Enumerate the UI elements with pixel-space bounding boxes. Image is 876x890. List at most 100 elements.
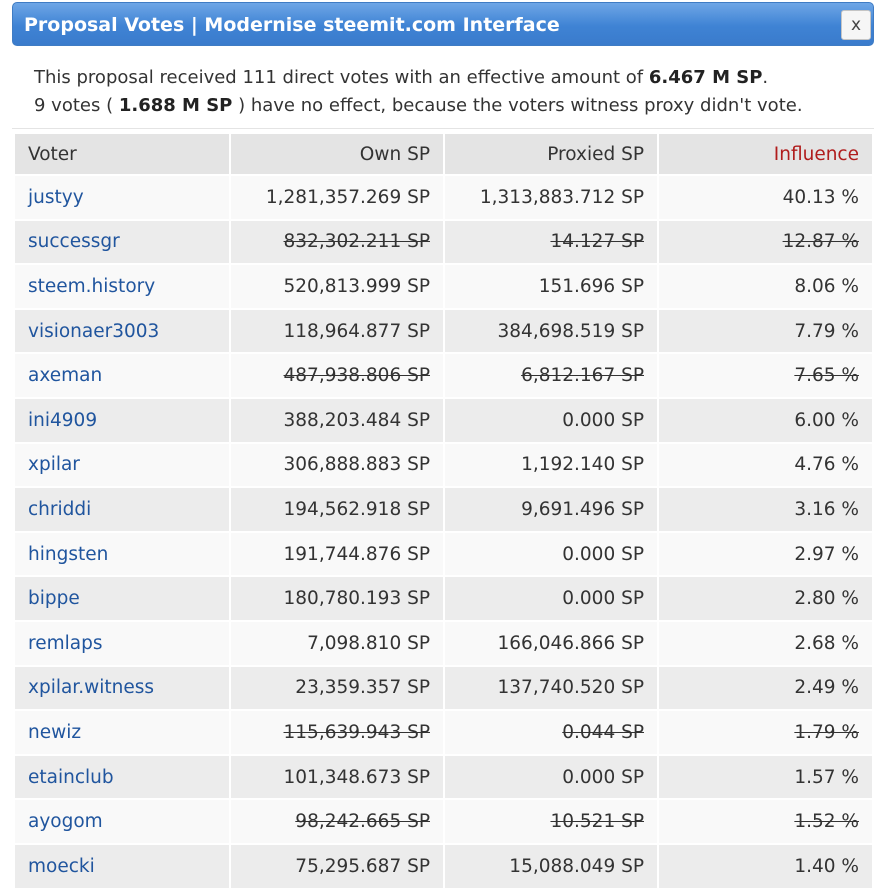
table-cell: 23,359.357 SP: [230, 665, 445, 712]
column-header-influence[interactable]: Influence: [658, 134, 874, 176]
table-row: justyy 1,281,357.269 SP 1,313,883.712 SP 40…: [15, 175, 874, 221]
voter-link[interactable]: visionaer3003: [28, 321, 159, 342]
column-header-proxied-sp[interactable]: Proxied SP: [444, 134, 659, 176]
own-sp-value: 7,098.810 SP: [307, 632, 430, 654]
own-sp-value: 832,302.211 SP: [283, 231, 430, 253]
no-effect-amount: 1.688 M SP: [118, 95, 233, 116]
table-cell: 388,203.484 SP: [230, 397, 445, 444]
table-cell: steem.history: [15, 264, 231, 310]
table-cell: 8.06 %: [658, 264, 874, 310]
voter-link[interactable]: bippe: [28, 588, 80, 609]
voter-link[interactable]: chriddi: [28, 499, 91, 520]
table-cell: 118,964.877 SP: [230, 308, 445, 355]
summary-line-1: This proposal received 111 direct votes …: [34, 64, 803, 92]
table-row: axeman 487,938.806 SP 6,812.167 SP 7.65 %: [15, 353, 874, 399]
proxied-sp-value: 10.521 SP: [550, 811, 644, 833]
proxied-sp-value: 0.000 SP: [562, 543, 644, 565]
column-header-voter[interactable]: Voter: [15, 134, 231, 176]
voter-link[interactable]: etainclub: [28, 767, 114, 788]
voter-link[interactable]: moecki: [28, 856, 95, 877]
table-cell: 15,088.049 SP: [444, 843, 659, 890]
own-sp-value: 1,281,357.269 SP: [265, 186, 430, 208]
table-cell: 0.000 SP: [444, 576, 659, 622]
table-row: moecki 75,295.687 SP 15,088.049 SP 1.40 %: [15, 843, 874, 890]
table-cell: axeman: [15, 353, 231, 399]
table-cell: remlaps: [15, 620, 231, 667]
summary-line-2: 9 votes ( 1.688 M SP ) have no effect, b…: [34, 92, 803, 120]
summary-text: This proposal received 111 direct votes …: [34, 67, 649, 88]
influence-value: 7.65 %: [794, 365, 859, 387]
table-cell: etainclub: [15, 754, 231, 801]
table-cell: 14.127 SP: [444, 219, 659, 266]
table-cell: 194,562.918 SP: [230, 487, 445, 533]
table-cell: 2.97 %: [658, 531, 874, 578]
table-cell: 7,098.810 SP: [230, 620, 445, 667]
voter-link[interactable]: axeman: [28, 365, 102, 386]
proxied-sp-value: 166,046.866 SP: [497, 632, 644, 654]
table-cell: 9,691.496 SP: [444, 487, 659, 533]
table-cell: 115,639.943 SP: [230, 710, 445, 756]
influence-value: 1.40 %: [794, 855, 859, 877]
influence-value: 4.76 %: [794, 454, 859, 476]
table-cell: xpilar: [15, 442, 231, 489]
voter-link[interactable]: xpilar.witness: [28, 677, 154, 698]
proxied-sp-value: 151.696 SP: [538, 275, 644, 297]
proxied-sp-value: 0.000 SP: [562, 409, 644, 431]
table-cell: 151.696 SP: [444, 264, 659, 310]
table-row: ini4909 388,203.484 SP 0.000 SP 6.00 %: [15, 397, 874, 444]
dialog-title-bar[interactable]: Proposal Votes | Modernise steemit.com I…: [12, 2, 874, 46]
table-row: chriddi 194,562.918 SP 9,691.496 SP 3.16 %: [15, 487, 874, 533]
voter-link[interactable]: xpilar: [28, 454, 80, 475]
table-cell: 166,046.866 SP: [444, 620, 659, 667]
influence-value: 12.87 %: [782, 231, 859, 253]
table-cell: 1,192.140 SP: [444, 442, 659, 489]
table-cell: 6,812.167 SP: [444, 353, 659, 399]
proxied-sp-value: 1,313,883.712 SP: [479, 186, 644, 208]
voter-link[interactable]: ini4909: [28, 410, 97, 431]
voter-link[interactable]: ayogom: [28, 811, 103, 832]
table-cell: 520,813.999 SP: [230, 264, 445, 310]
table-cell: ayogom: [15, 799, 231, 845]
table-cell: 487,938.806 SP: [230, 353, 445, 399]
own-sp-value: 98,242.665 SP: [295, 811, 430, 833]
proxied-sp-value: 9,691.496 SP: [521, 498, 644, 520]
voter-link[interactable]: steem.history: [28, 276, 155, 297]
table-row: hingsten 191,744.876 SP 0.000 SP 2.97 %: [15, 531, 874, 578]
table-cell: visionaer3003: [15, 308, 231, 355]
voter-link[interactable]: justyy: [28, 187, 84, 208]
proxied-sp-value: 0.044 SP: [562, 721, 644, 743]
table-row: steem.history 520,813.999 SP 151.696 SP 8.0…: [15, 264, 874, 310]
table-header-row: Voter Own SP Proxied SP Influence: [15, 134, 874, 176]
voter-link[interactable]: remlaps: [28, 633, 102, 654]
table-cell: 10.521 SP: [444, 799, 659, 845]
table-cell: moecki: [15, 843, 231, 890]
table-cell: 7.79 %: [658, 308, 874, 355]
voter-link[interactable]: hingsten: [28, 544, 108, 565]
proxied-sp-value: 6,812.167 SP: [521, 365, 644, 387]
influence-value: 8.06 %: [794, 275, 859, 297]
own-sp-value: 306,888.883 SP: [283, 454, 430, 476]
dialog-title: Proposal Votes | Modernise steemit.com I…: [24, 14, 560, 36]
table-cell: newiz: [15, 710, 231, 756]
votes-table: Voter Own SP Proxied SP Influence justyy…: [15, 134, 874, 890]
table-cell: ini4909: [15, 397, 231, 444]
proxied-sp-value: 15,088.049 SP: [509, 855, 644, 877]
table-cell: 12.87 %: [658, 219, 874, 266]
table-cell: 1.79 %: [658, 710, 874, 756]
column-header-own-sp[interactable]: Own SP: [230, 134, 445, 176]
own-sp-value: 23,359.357 SP: [295, 677, 430, 699]
own-sp-value: 180,780.193 SP: [283, 588, 430, 610]
own-sp-value: 118,964.877 SP: [283, 320, 430, 342]
own-sp-value: 75,295.687 SP: [295, 855, 430, 877]
table-row: bippe 180,780.193 SP 0.000 SP 2.80 %: [15, 576, 874, 622]
table-row: xpilar 306,888.883 SP 1,192.140 SP 4.76 %: [15, 442, 874, 489]
table-cell: 75,295.687 SP: [230, 843, 445, 890]
voter-link[interactable]: successgr: [28, 231, 120, 252]
close-button[interactable]: x: [841, 10, 871, 40]
influence-value: 6.00 %: [794, 409, 859, 431]
table-cell: 0.044 SP: [444, 710, 659, 756]
influence-value: 2.80 %: [794, 588, 859, 610]
own-sp-value: 388,203.484 SP: [283, 409, 430, 431]
summary-text: ) have no effect, because the voters wit…: [232, 95, 803, 116]
voter-link[interactable]: newiz: [28, 722, 81, 743]
